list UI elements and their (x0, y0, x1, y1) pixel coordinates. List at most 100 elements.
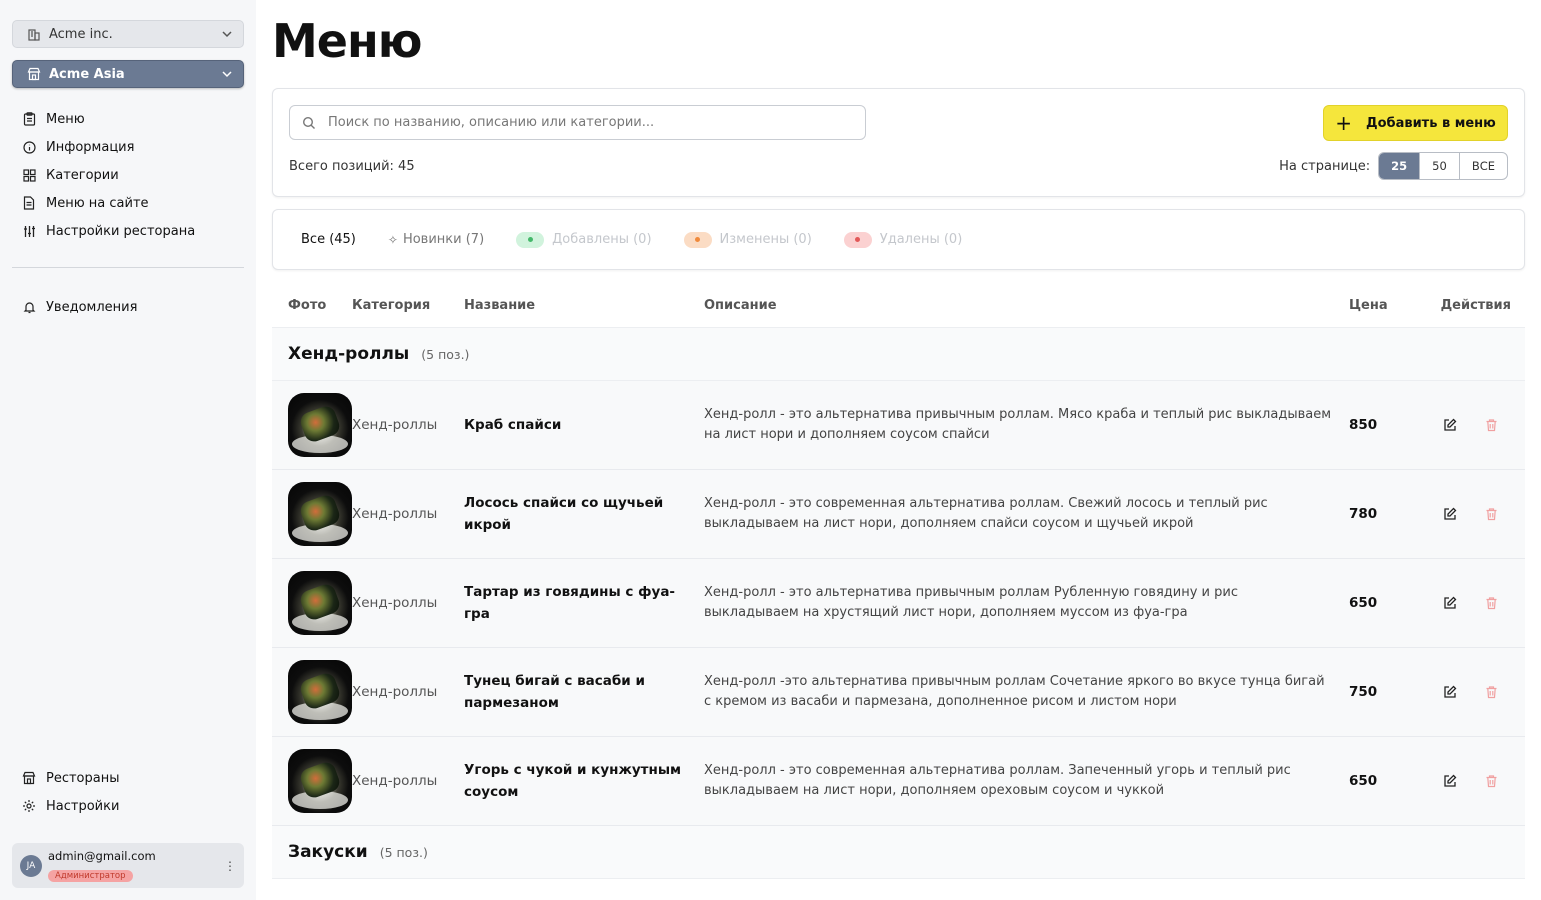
photo-cell (272, 393, 352, 457)
filter-tab-label: Изменены (0) (719, 232, 812, 247)
name-cell: Угорь с чукой и кунжутным соусом (464, 762, 682, 800)
photo-cell (272, 749, 352, 813)
column-header-photo: Фото (288, 297, 327, 313)
user-email: admin@gmail.com (48, 849, 156, 863)
filter-tab-new[interactable]: ✧ Новинки (7) (388, 232, 484, 247)
total-count: Всего позиций: 45 (289, 159, 415, 174)
edit-icon[interactable] (1443, 684, 1459, 700)
filter-tab-label: Удалены (0) (879, 232, 963, 247)
name-cell: Лосось спайси со щучьей икрой (464, 495, 664, 533)
table-row[interactable]: Хенд-роллы Лосось спайси со щучьей икрой Х… (272, 470, 1525, 559)
per-page-option-all[interactable]: ВСЕ (1458, 153, 1507, 179)
organization-select[interactable]: Acme inc. (12, 20, 244, 48)
toolbar-card: + Добавить в меню Всего позиций: 45 На с… (272, 88, 1525, 197)
filter-tab-label: Все (45) (301, 232, 356, 247)
added-dot-icon (516, 231, 545, 248)
clipboard-icon (22, 112, 36, 126)
filter-tab-all[interactable]: Все (45) (301, 232, 356, 247)
chevron-down-icon (221, 68, 233, 80)
category-group-header: Закуски (5 поз.) (272, 826, 1525, 879)
actions-cell (1429, 773, 1525, 789)
price-cell: 850 (1349, 417, 1378, 433)
nav-item-categories[interactable]: Категории (22, 161, 244, 189)
gear-icon (22, 799, 36, 813)
add-button-label: Добавить в меню (1365, 115, 1496, 131)
per-page-control: На странице: 25 50 ВСЕ (1279, 152, 1508, 180)
trash-icon[interactable] (1485, 684, 1501, 700)
trash-icon[interactable] (1485, 506, 1501, 522)
column-header-description: Описание (704, 297, 777, 313)
user-info: admin@gmail.com Администратор (48, 849, 224, 882)
price-cell: 780 (1349, 506, 1378, 522)
category-cell: Хенд-роллы (352, 773, 438, 789)
price-cell: 650 (1349, 595, 1378, 611)
group-name: Хенд-роллы (288, 344, 410, 364)
table-row[interactable]: Хенд-роллы Угорь с чукой и кунжутным соус… (272, 737, 1525, 826)
price-cell: 650 (1349, 773, 1378, 789)
trash-icon[interactable] (1485, 773, 1501, 789)
add-to-menu-button[interactable]: + Добавить в меню (1323, 105, 1508, 141)
table-row[interactable]: Хенд-роллы Тартар из говядины с фуа-гра Хе… (272, 559, 1525, 648)
edit-icon[interactable] (1443, 773, 1459, 789)
group-count: (5 поз.) (379, 844, 428, 860)
filter-tab-deleted[interactable]: Удалены (0) (843, 231, 963, 248)
edit-icon[interactable] (1443, 417, 1459, 433)
per-page-label: На странице: (1279, 158, 1371, 174)
store-icon (22, 771, 36, 785)
dish-photo (288, 482, 352, 546)
filter-tabs: Все (45) ✧ Новинки (7) Добавлены (0) Изм… (272, 209, 1525, 270)
nav-item-label: Уведомления (46, 299, 138, 315)
sliders-icon (22, 224, 36, 238)
nav-item-restaurants[interactable]: Рестораны (22, 764, 244, 792)
group-name: Закуски (288, 842, 368, 862)
name-cell: Краб спайси (464, 417, 562, 433)
per-page-options: 25 50 ВСЕ (1378, 152, 1508, 180)
photo-cell (272, 660, 352, 724)
restaurant-select[interactable]: Acme Asia (12, 60, 244, 88)
price-cell: 750 (1349, 684, 1378, 700)
trash-icon[interactable] (1485, 595, 1501, 611)
search-box[interactable] (289, 105, 866, 140)
main-nav: Меню Информация Категории Меню на сайте … (22, 105, 244, 245)
category-group-header: Хенд-роллы (5 поз.) (272, 328, 1525, 381)
more-vertical-icon[interactable]: ⋮ (224, 860, 236, 872)
nav-item-menu[interactable]: Меню (22, 105, 244, 133)
photo-cell (272, 482, 352, 546)
store-icon (27, 67, 41, 81)
category-cell: Хенд-роллы (352, 417, 438, 433)
nav-item-settings[interactable]: Настройки (22, 792, 244, 820)
category-cell: Хенд-роллы (352, 595, 438, 611)
description-cell: Хенд-ролл - это современная альтернатива… (704, 763, 1291, 798)
nav-item-site-menu[interactable]: Меню на сайте (22, 189, 244, 217)
trash-icon[interactable] (1485, 417, 1501, 433)
search-input[interactable] (328, 115, 853, 130)
per-page-option-50[interactable]: 50 (1419, 153, 1459, 179)
nav-item-info[interactable]: Информация (22, 133, 244, 161)
nav-item-notifications[interactable]: Уведомления (22, 293, 244, 321)
nav-item-label: Информация (46, 139, 135, 155)
nav-item-label: Меню на сайте (46, 195, 149, 211)
table-row[interactable]: Хенд-роллы Краб спайси Хенд-ролл - это аль… (272, 381, 1525, 470)
info-icon (22, 140, 36, 154)
search-icon (302, 116, 316, 130)
sidebar-divider (12, 267, 244, 268)
per-page-option-25[interactable]: 25 (1379, 153, 1420, 179)
actions-cell (1429, 417, 1525, 433)
sidebar: Acme inc. Acme Asia Меню Информация Кате… (0, 0, 256, 900)
column-header-price: Цена (1349, 297, 1388, 313)
bottom-nav: Рестораны Настройки (22, 764, 244, 820)
description-cell: Хенд-ролл -это альтернатива привычным ро… (704, 674, 1325, 709)
dish-photo (288, 393, 352, 457)
user-card[interactable]: JA admin@gmail.com Администратор ⋮ (12, 843, 244, 888)
nav-item-label: Рестораны (46, 770, 120, 786)
table-row[interactable]: Хенд-роллы Тунец бигай с васаби и пармеза… (272, 648, 1525, 737)
organization-label: Acme inc. (49, 26, 113, 42)
filter-tab-changed[interactable]: Изменены (0) (683, 231, 812, 248)
plus-icon: + (1335, 111, 1352, 135)
edit-icon[interactable] (1443, 506, 1459, 522)
restaurant-label: Acme Asia (49, 66, 125, 82)
menu-table: Фото Категория Название Описание Цена Де… (272, 283, 1525, 879)
nav-item-restaurant-settings[interactable]: Настройки ресторана (22, 217, 244, 245)
edit-icon[interactable] (1443, 595, 1459, 611)
filter-tab-added[interactable]: Добавлены (0) (516, 231, 652, 248)
